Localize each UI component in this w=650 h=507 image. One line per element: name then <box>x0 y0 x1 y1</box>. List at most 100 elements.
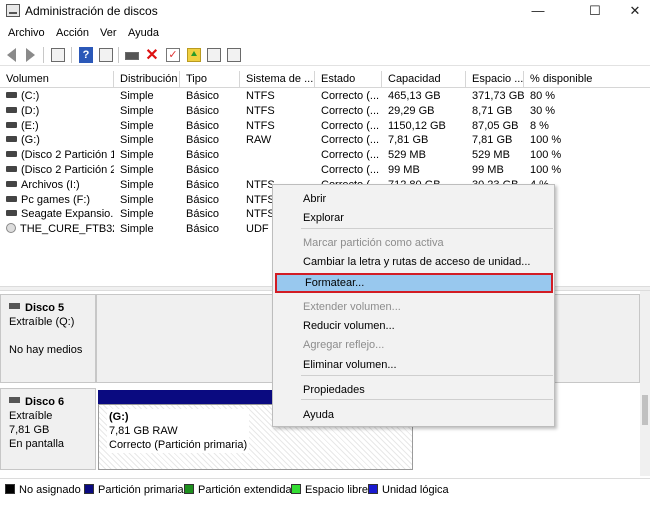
toolbar-separator <box>118 47 119 63</box>
context-menu-item-propiedades[interactable]: Propiedades <box>274 380 553 400</box>
cell-text: 30 % <box>530 104 556 117</box>
forward-arrow-icon[interactable] <box>22 47 38 63</box>
column-header-volumen[interactable]: Volumen <box>0 71 114 88</box>
cell-text: Pc games (F:) <box>21 193 91 206</box>
cell-text: Correcto (... <box>321 149 380 162</box>
title-bar: Administración de discos — ☐ ✕ <box>0 0 650 22</box>
context-menu-item-eliminar-volumen[interactable]: Eliminar volumen... <box>274 355 553 375</box>
table-cell-tipo: Básico <box>180 119 240 134</box>
up-folder-icon[interactable] <box>186 47 202 63</box>
context-menu-item-agregar-reflejo: Agregar reflejo... <box>303 339 385 351</box>
delete-icon[interactable]: ✕ <box>144 47 160 64</box>
disk5-name: Disco 5 <box>25 302 65 314</box>
cell-text: 529 MB <box>388 149 426 162</box>
context-menu-item-ayuda[interactable]: Ayuda <box>274 405 553 425</box>
cell-text: 99 MB <box>472 164 504 176</box>
column-header-tipo[interactable]: Tipo <box>180 71 240 88</box>
table-cell-esp: 371,73 GB <box>466 89 524 104</box>
cell-text: Simple <box>120 164 154 176</box>
disk6-type: Extraíble <box>9 410 53 422</box>
menu-archivo[interactable]: Archivo <box>8 27 45 39</box>
disk5-label[interactable]: Disco 5 Extraíble (Q:) No hay medios <box>0 294 96 383</box>
legend-unallocated: No asignado <box>5 484 81 496</box>
properties-icon[interactable] <box>50 47 66 63</box>
table-cell-cap: 7,81 GB <box>382 133 466 148</box>
table-cell-dist: Simple <box>114 193 180 208</box>
table-row[interactable]: (Disco 2 Partición 1) Simple Básico Correct… <box>0 148 650 163</box>
column-header-espacio[interactable]: Espacio ... <box>466 71 524 88</box>
close-button[interactable]: ✕ <box>612 0 650 22</box>
cell-text: UDF <box>246 223 269 236</box>
menu-ver[interactable]: Ver <box>100 27 117 39</box>
legend-swatch <box>84 484 94 494</box>
cell-text: Seagate Expansio... <box>21 208 114 221</box>
table-cell-tipo: Básico <box>180 178 240 193</box>
cell-text: NTFS <box>246 90 275 102</box>
scrollbar-thumb[interactable] <box>642 395 648 425</box>
table-cell-vol: THE_CURE_FTB32 ... <box>0 222 114 237</box>
table-row[interactable]: (Disco 2 Partición 2) Simple Básico Correct… <box>0 163 650 178</box>
table-cell-pct: 100 % <box>524 148 650 163</box>
table-row[interactable]: (G:) Simple Básico RAW Correcto (... 7,81 GB 7… <box>0 133 650 148</box>
table-cell-vol: (C:) <box>0 89 114 104</box>
table-cell-fs: NTFS <box>240 89 315 104</box>
table-cell-fs <box>240 163 315 178</box>
table-cell-estado: Correcto (... <box>315 89 382 104</box>
column-header-distribucion[interactable]: Distribución <box>114 71 180 88</box>
column-header-disponible[interactable]: % disponible <box>524 71 650 88</box>
table-row[interactable]: (D:) Simple Básico NTFS Correcto (... 29,29 G… <box>0 104 650 119</box>
disk6-label[interactable]: Disco 6 Extraíble 7,81 GB En pantalla <box>0 388 96 470</box>
check-icon[interactable]: ✓ <box>165 47 181 63</box>
cell-text: 1150,12 GB <box>388 119 446 132</box>
context-menu-item-abrir[interactable]: Abrir <box>274 189 553 209</box>
cell-text: (E:) <box>21 119 39 132</box>
cell-text: 8,71 GB <box>472 104 513 117</box>
cell-text: Correcto (... <box>321 90 380 102</box>
cell-text: Archivos (I:) <box>21 178 80 191</box>
table-cell-cap: 1150,12 GB <box>382 119 466 134</box>
menu-ayuda[interactable]: Ayuda <box>128 27 159 39</box>
context-menu: Abrir Explorar Marcar partición como activ… <box>272 184 555 427</box>
minimize-button[interactable]: — <box>515 0 561 22</box>
menu-separator <box>301 228 553 229</box>
help-icon[interactable]: ? <box>78 47 94 63</box>
table-cell-dist: Simple <box>114 104 180 119</box>
table-cell-vol: (G:) <box>0 133 114 148</box>
cell-text: Correcto (... <box>321 119 380 132</box>
table-row[interactable]: (E:) Simple Básico NTFS Correcto (... 1150,12… <box>0 119 650 134</box>
cell-text: NTFS <box>246 119 275 132</box>
context-menu-item-cambiar-letra[interactable]: Cambiar la letra y rutas de acceso de un… <box>274 252 553 272</box>
column-header-sistema[interactable]: Sistema de ... <box>240 71 315 88</box>
cell-text: Simple <box>120 119 154 132</box>
cell-text: 100 % <box>530 134 562 147</box>
context-menu-item-extender-volumen: Extender volumen... <box>303 301 401 313</box>
search-icon[interactable] <box>206 47 222 63</box>
table-cell-vol: Seagate Expansio... <box>0 207 114 222</box>
table-cell-estado: Correcto (... <box>315 119 382 134</box>
table-cell-tipo: Básico <box>180 193 240 208</box>
column-header-capacidad[interactable]: Capacidad <box>382 71 466 88</box>
column-header-estado[interactable]: Estado <box>315 71 382 88</box>
toolbar-separator <box>43 47 44 63</box>
cell-text: NTFS <box>246 178 275 191</box>
legend-swatch <box>5 484 15 494</box>
vertical-scrollbar[interactable] <box>640 291 650 476</box>
disk6-name: Disco 6 <box>25 396 65 408</box>
console-icon[interactable] <box>98 47 114 63</box>
settings-icon[interactable] <box>226 47 242 63</box>
connect-icon[interactable] <box>124 47 140 63</box>
cell-text: Simple <box>120 193 154 206</box>
legend-extended: Partición extendida <box>184 484 292 496</box>
table-cell-fs: NTFS <box>240 104 315 119</box>
back-arrow-icon[interactable] <box>4 47 20 63</box>
table-cell-dist: Simple <box>114 148 180 163</box>
cell-text: NTFS <box>246 104 275 117</box>
disk-icon <box>9 303 20 309</box>
table-cell-estado: Correcto (... <box>315 148 382 163</box>
context-menu-item-formatear[interactable]: Formatear... <box>275 273 553 293</box>
context-menu-item-reducir-volumen[interactable]: Reducir volumen... <box>274 316 553 336</box>
context-menu-item-explorar[interactable]: Explorar <box>274 208 553 228</box>
table-row[interactable]: (C:) Simple Básico NTFS Correcto (... 465,13 … <box>0 89 650 104</box>
menu-accion[interactable]: Acción <box>56 27 89 39</box>
legend-swatch <box>368 484 378 494</box>
